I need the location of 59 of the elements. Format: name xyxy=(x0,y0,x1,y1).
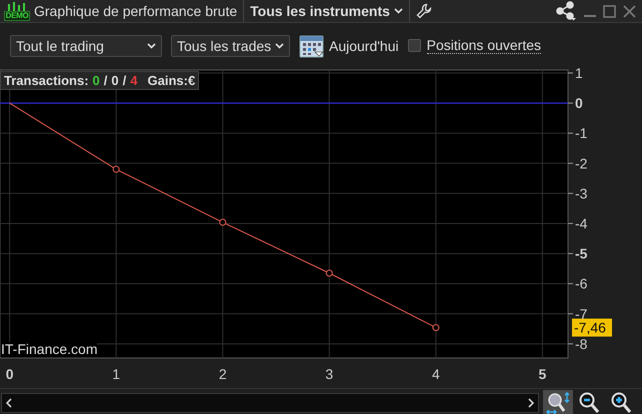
x-tick-label: 3 xyxy=(325,366,334,382)
bars-icon xyxy=(6,2,28,10)
y-tick xyxy=(568,162,574,164)
x-tick-label: 2 xyxy=(218,366,227,382)
caret-icon xyxy=(275,42,284,48)
calendar-icon[interactable] xyxy=(299,33,324,58)
logo-text: DEMO xyxy=(4,10,30,20)
caret-icon xyxy=(147,42,156,48)
data-point xyxy=(326,270,333,277)
window-title: Graphique de performance brute xyxy=(34,3,238,19)
scroll-left-icon[interactable] xyxy=(6,398,13,408)
separator: / xyxy=(122,73,126,88)
instrument-dropdown[interactable]: Tous les instruments xyxy=(250,3,403,19)
data-point xyxy=(219,218,226,226)
y-tick-label: -6 xyxy=(575,276,588,292)
y-tick-label: 1 xyxy=(575,68,583,81)
trades-dropdown[interactable]: Tous les trades xyxy=(171,34,290,56)
scroll-right-icon[interactable] xyxy=(527,398,534,408)
y-tick-label: -5 xyxy=(575,246,588,262)
y-tick xyxy=(568,132,574,134)
data-point xyxy=(112,166,120,173)
y-tick-label: -1 xyxy=(575,125,588,142)
transaction-count: 4 xyxy=(130,73,138,88)
watermark: IT-Finance.com xyxy=(1,342,98,357)
x-tick-label: 1 xyxy=(112,366,120,382)
gains-label: Gains:€ xyxy=(147,73,196,88)
y-tick-label: 0 xyxy=(575,95,583,112)
share-icon[interactable] xyxy=(555,1,577,21)
y-tick xyxy=(568,283,574,284)
data-point xyxy=(432,324,440,332)
y-tick-label: -8 xyxy=(575,336,588,352)
checkbox[interactable] xyxy=(408,39,421,52)
separator: / xyxy=(104,73,108,88)
scope-dropdown[interactable]: Tout le trading xyxy=(10,34,162,56)
transaction-count: 0 xyxy=(92,73,100,88)
wrench-icon[interactable] xyxy=(416,3,432,19)
y-tick-label: -4 xyxy=(575,215,588,232)
y-tick-label: -3 xyxy=(575,185,588,202)
y-tick xyxy=(568,313,574,314)
close-icon[interactable] xyxy=(623,4,636,18)
scrollbar[interactable] xyxy=(1,393,539,413)
y-tick xyxy=(568,222,574,224)
value-tag: -7,46 xyxy=(572,318,612,337)
x-tick-label: 4 xyxy=(432,366,440,382)
caret-icon xyxy=(394,8,403,14)
y-tick xyxy=(568,253,574,254)
summary-label: Transactions: xyxy=(4,73,89,88)
positions-link[interactable]: Positions ouvertes xyxy=(426,38,542,54)
y-tick xyxy=(568,192,574,194)
zoom-fit-button[interactable] xyxy=(543,390,573,414)
x-tick-label: 0 xyxy=(6,366,14,382)
date-label: Aujourd'hui xyxy=(329,38,399,54)
y-tick xyxy=(568,343,574,344)
maximize-icon[interactable] xyxy=(603,4,616,18)
transaction-count: 0 xyxy=(111,73,119,88)
x-tick-label: 5 xyxy=(538,366,546,382)
y-tick xyxy=(568,72,574,74)
y-tick-label: -2 xyxy=(575,155,588,172)
y-tick xyxy=(568,102,574,104)
